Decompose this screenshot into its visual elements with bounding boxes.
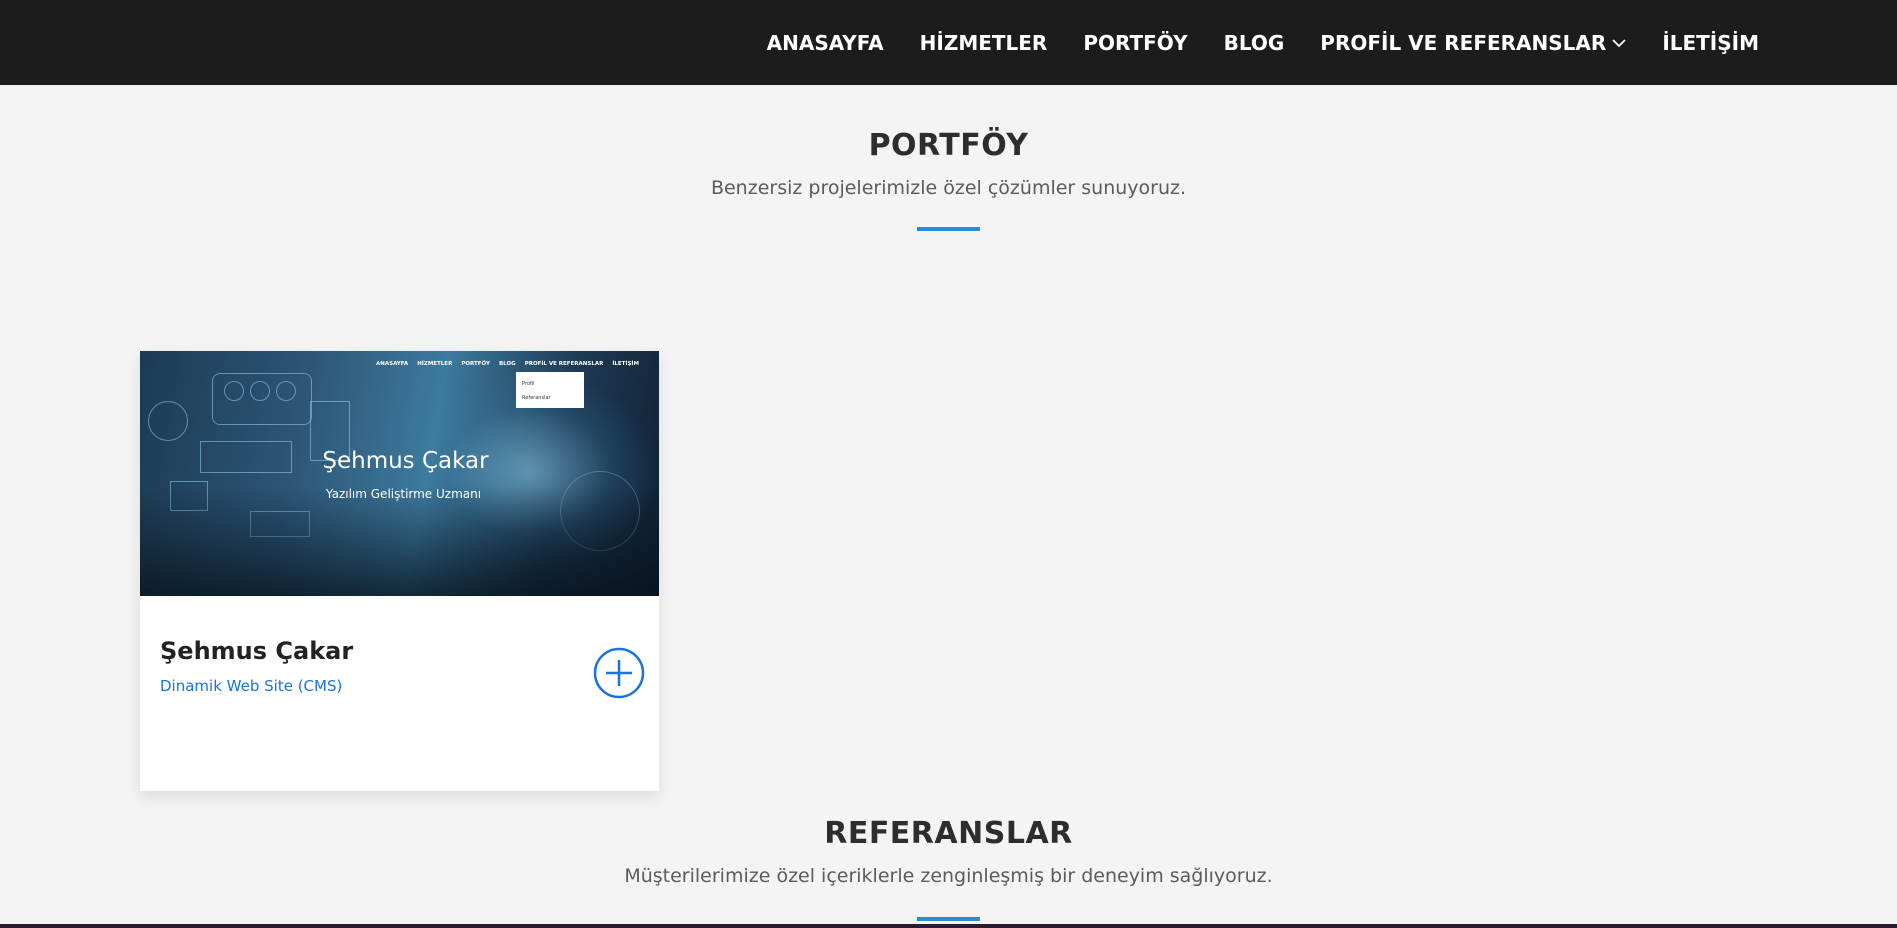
hud-circle <box>276 381 296 401</box>
nav-item-hizmetler[interactable]: HİZMETLER <box>920 31 1048 55</box>
nav-label: PROFİL VE REFERANSLAR <box>1320 30 1607 55</box>
portfolio-header: PORTFÖY Benzersiz projelerimizle özel çö… <box>0 128 1897 231</box>
hud-circle <box>148 401 188 441</box>
nav-item-anasayfa[interactable]: ANASAYFA <box>767 31 884 55</box>
section-divider <box>917 227 980 231</box>
card-title: Şehmus Çakar <box>160 637 354 665</box>
thumbnail-name: Şehmus Çakar <box>322 448 489 474</box>
section-title: PORTFÖY <box>868 128 1029 163</box>
portfolio-thumbnail[interactable]: ANASAYFA HİZMETLER PORTFÖY BLOG PROFİL V… <box>140 351 659 596</box>
nav-item-portfoy[interactable]: PORTFÖY <box>1083 31 1187 55</box>
nav-item-profil-referanslar[interactable]: PROFİL VE REFERANSLAR <box>1320 31 1626 55</box>
nav-label: ANASAYFA <box>766 30 884 55</box>
next-section-edge <box>0 924 1897 928</box>
plus-circle-icon[interactable] <box>593 647 645 699</box>
thumbnail-mini-dropdown: Profil Referanslar <box>516 372 584 408</box>
top-navbar: ANASAYFA HİZMETLER PORTFÖY BLOG PROFİL V… <box>0 0 1897 85</box>
nav-item-blog[interactable]: BLOG <box>1224 31 1285 55</box>
main-menu: ANASAYFA HİZMETLER PORTFÖY BLOG PROFİL V… <box>767 0 1759 85</box>
mini-dropdown-item: Profil <box>522 381 535 387</box>
section-subtitle: Müşterilerimize özel içeriklerle zenginl… <box>624 865 1273 887</box>
portfolio-card[interactable]: ANASAYFA HİZMETLER PORTFÖY BLOG PROFİL V… <box>140 351 659 791</box>
nav-label: HİZMETLER <box>919 30 1048 55</box>
references-header: REFERANSLAR Müşterilerimize özel içerikl… <box>0 816 1897 921</box>
hud-circle <box>250 381 270 401</box>
section-title: REFERANSLAR <box>824 816 1073 851</box>
mini-nav-item: HİZMETLER <box>417 361 453 367</box>
mini-nav-item: BLOG <box>498 361 516 367</box>
mini-nav-item: PORTFÖY <box>461 361 490 367</box>
thumbnail-shade <box>140 486 659 596</box>
section-subtitle: Benzersiz projelerimizle özel çözümler s… <box>710 177 1187 199</box>
mini-nav-item: PROFİL VE REFERANSLAR <box>524 361 604 367</box>
chevron-down-icon <box>1612 38 1626 48</box>
mini-dropdown-item: Referanslar <box>522 395 551 401</box>
mini-nav-item: İLETİŞİM <box>612 361 639 367</box>
card-category-link[interactable]: Dinamik Web Site (CMS) <box>160 677 342 695</box>
thumbnail-mini-nav: ANASAYFA HİZMETLER PORTFÖY BLOG PROFİL V… <box>376 361 639 367</box>
nav-label: PORTFÖY <box>1083 30 1188 55</box>
nav-label: BLOG <box>1223 30 1285 55</box>
hud-circle <box>224 381 244 401</box>
thumbnail-role: Yazılım Geliştirme Uzmanı <box>325 487 482 501</box>
mini-nav-item: ANASAYFA <box>376 361 409 367</box>
nav-item-iletisim[interactable]: İLETİŞİM <box>1662 31 1759 55</box>
section-divider <box>917 917 980 921</box>
nav-label: İLETİŞİM <box>1662 30 1759 55</box>
